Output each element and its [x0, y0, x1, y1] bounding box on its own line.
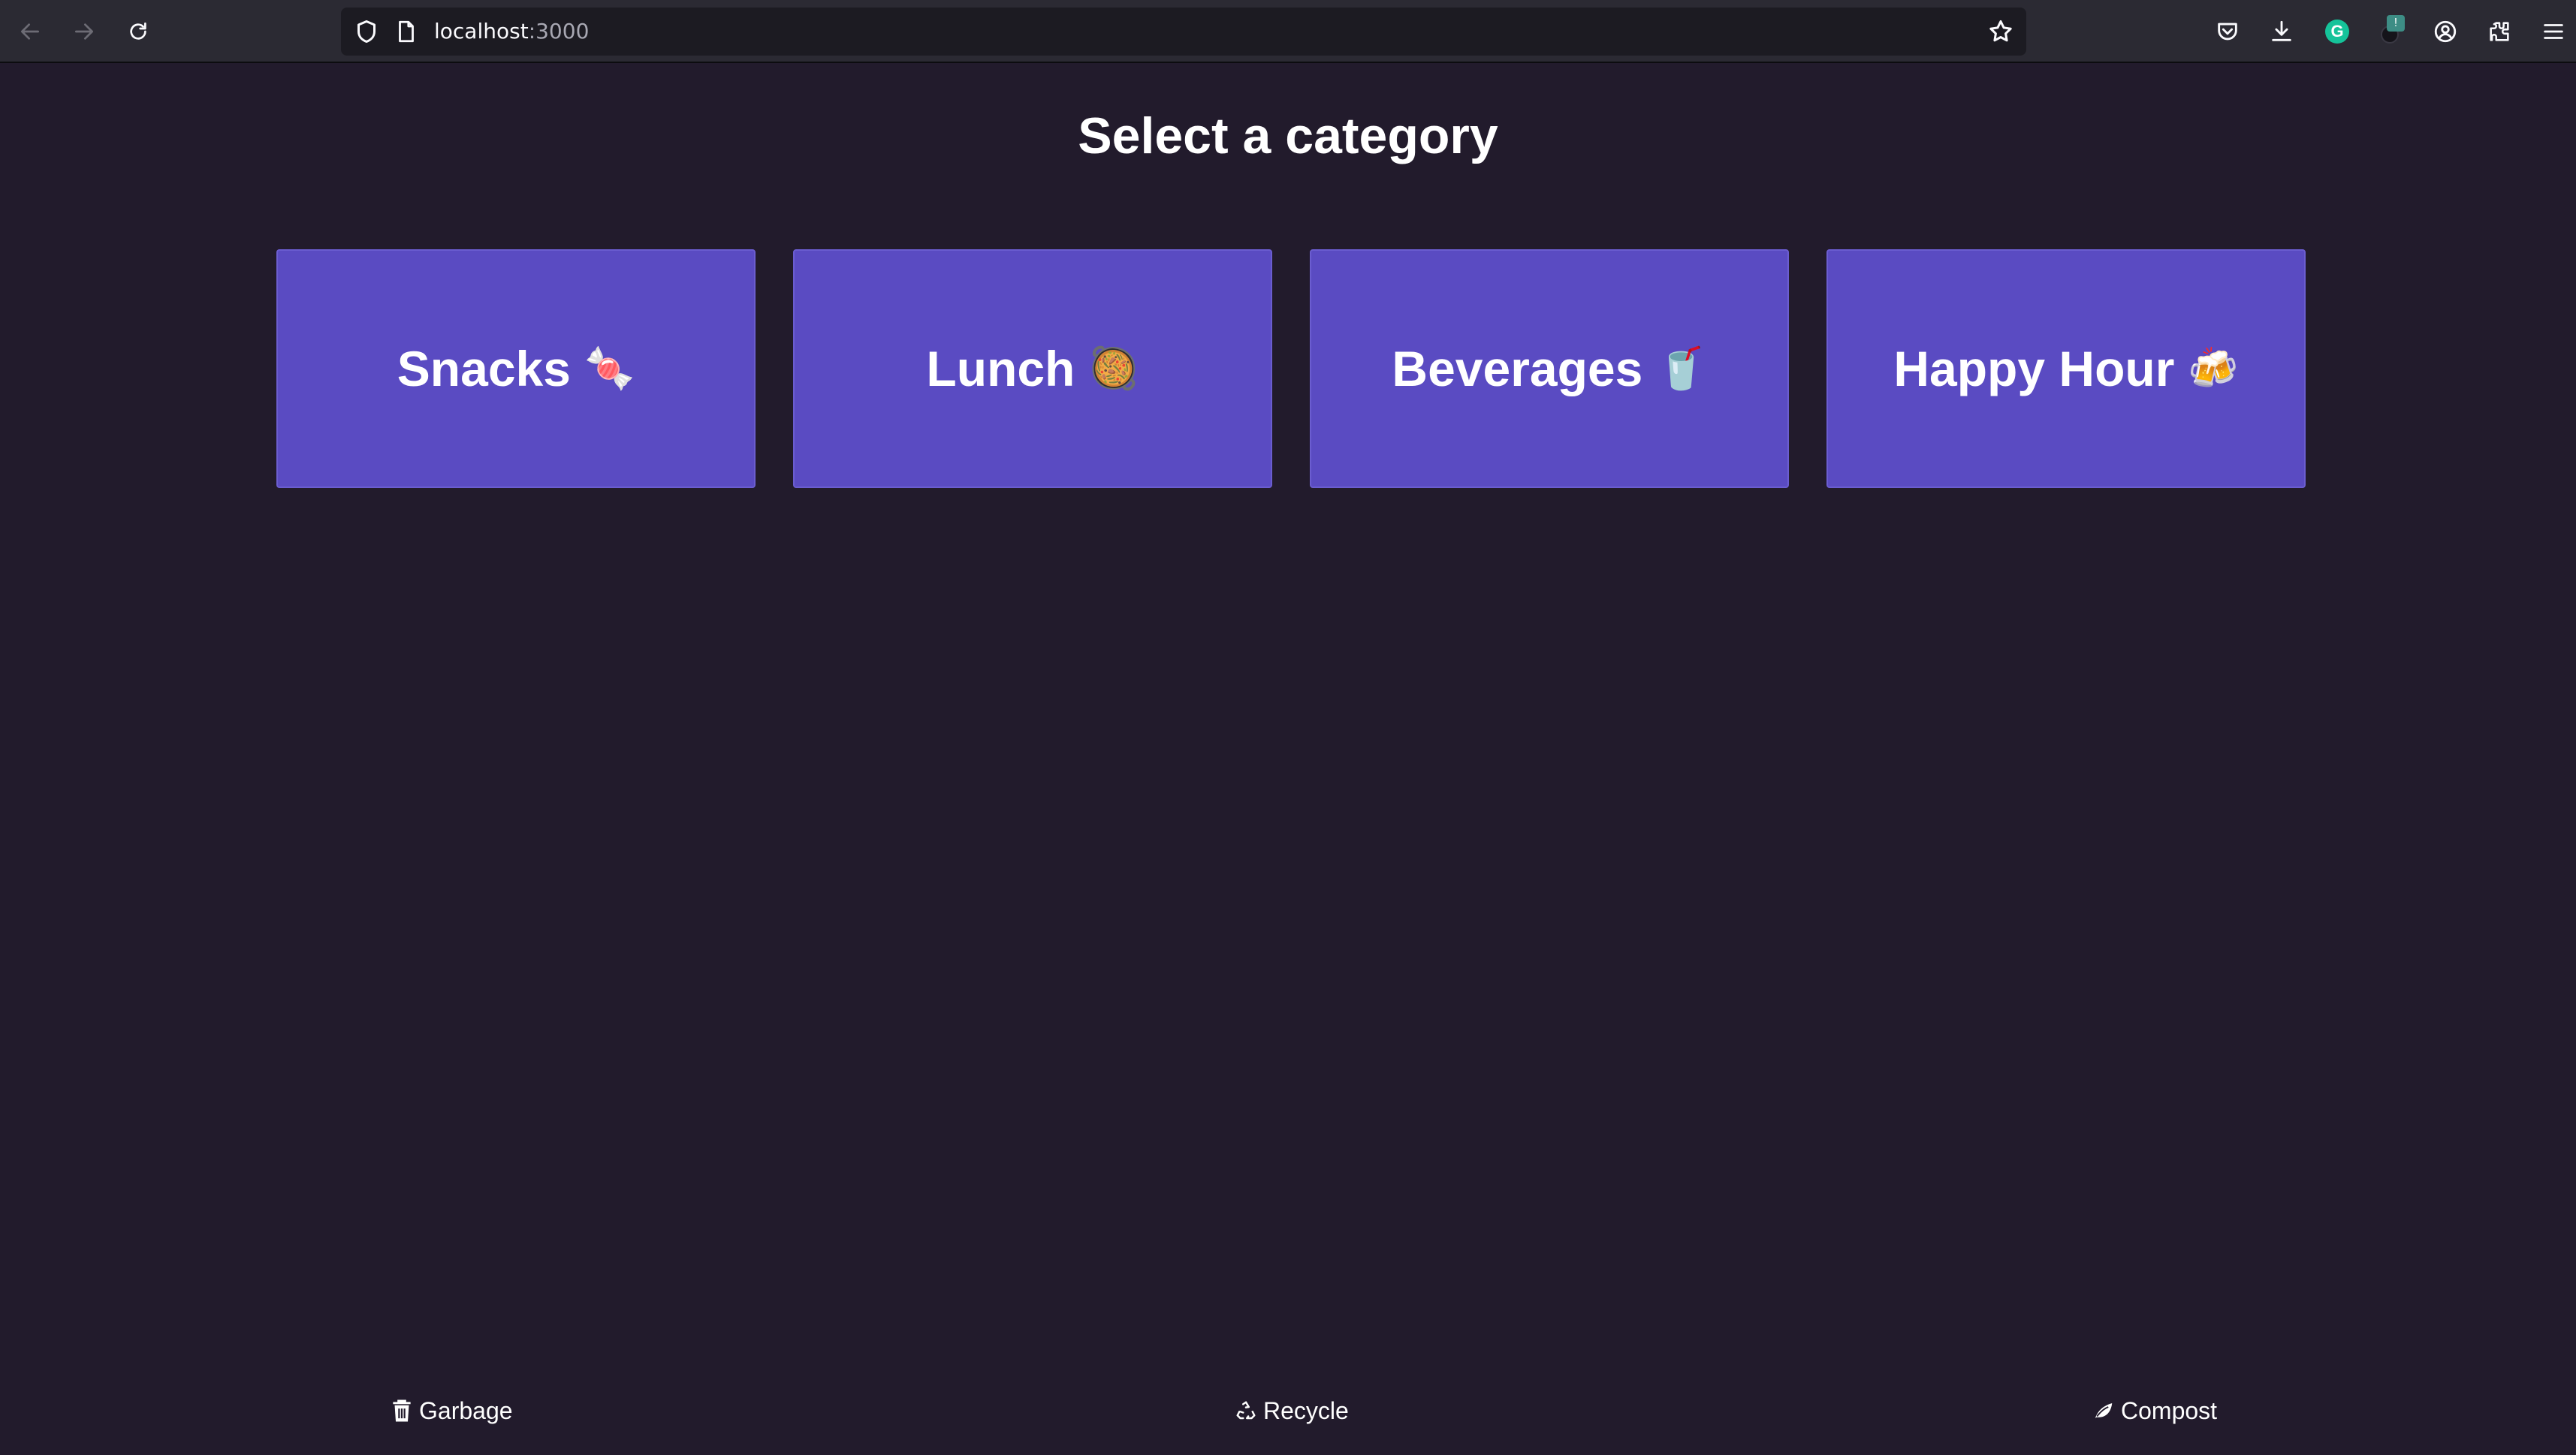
url-text[interactable]: localhost:3000	[434, 20, 589, 44]
account-button[interactable]	[2430, 17, 2460, 47]
leaf-icon	[2095, 1403, 2113, 1418]
account-icon	[2434, 20, 2457, 43]
category-label: Happy Hour	[1893, 341, 2175, 396]
url-host: localhost	[434, 19, 529, 44]
garbage-label: Garbage	[419, 1396, 513, 1424]
compost-label: Compost	[2121, 1396, 2218, 1424]
shield-icon[interactable]	[353, 18, 380, 45]
extension-badge-icon: !	[2378, 15, 2405, 45]
trash-icon	[393, 1399, 411, 1422]
address-bar[interactable]: localhost:3000	[341, 8, 2026, 56]
drink-cup-icon: 🥤	[1656, 345, 1707, 392]
browser-toolbar: localhost:3000 G !	[0, 0, 2576, 63]
category-grid: Snacks 🍬 Lunch 🥘 Beverages 🥤 Happy Hour …	[276, 249, 2307, 488]
page-icon[interactable]	[394, 18, 419, 45]
compost-link[interactable]: Compost	[2092, 1393, 2217, 1428]
category-card-beverages[interactable]: Beverages 🥤	[1310, 249, 1789, 488]
grammarly-button[interactable]: G	[2322, 17, 2352, 47]
extension-badge: !	[2387, 15, 2405, 32]
menu-icon	[2544, 24, 2563, 39]
downloads-button[interactable]	[2267, 17, 2297, 47]
garbage-link[interactable]: Garbage	[391, 1393, 513, 1428]
category-card-lunch[interactable]: Lunch 🥘	[793, 249, 1272, 488]
app-menu-button[interactable]	[2538, 17, 2568, 47]
category-card-happy-hour[interactable]: Happy Hour 🍻	[1826, 249, 2306, 488]
recycle-label: Recycle	[1263, 1396, 1349, 1424]
food-bowl-icon: 🥘	[1088, 345, 1139, 392]
recycle-icon	[1236, 1401, 1256, 1420]
category-card-snacks[interactable]: Snacks 🍬	[276, 249, 756, 488]
forward-arrow-icon	[75, 23, 93, 40]
back-button[interactable]	[14, 15, 47, 48]
recycle-link[interactable]: Recycle	[1235, 1393, 1349, 1428]
pocket-button[interactable]	[2213, 17, 2243, 47]
category-label: Beverages	[1392, 341, 1643, 396]
extension-badge-button[interactable]: !	[2376, 15, 2406, 47]
category-label: Lunch	[926, 341, 1075, 396]
forward-button[interactable]	[68, 15, 101, 48]
page-title: Select a category	[1078, 107, 1498, 164]
pocket-icon	[2218, 23, 2237, 41]
star-icon[interactable]	[1987, 18, 2014, 45]
back-arrow-icon	[21, 23, 39, 40]
url-port: :3000	[528, 19, 590, 44]
category-label: Snacks	[397, 341, 571, 396]
reload-icon	[130, 23, 146, 40]
extensions-button[interactable]	[2484, 17, 2514, 47]
download-icon	[2272, 20, 2291, 41]
extensions-icon	[2490, 22, 2509, 41]
reload-button[interactable]	[122, 15, 155, 48]
beer-mugs-icon: 🍻	[2188, 345, 2239, 392]
candy-icon: 🍬	[584, 345, 635, 392]
grammarly-icon: G	[2325, 20, 2349, 44]
